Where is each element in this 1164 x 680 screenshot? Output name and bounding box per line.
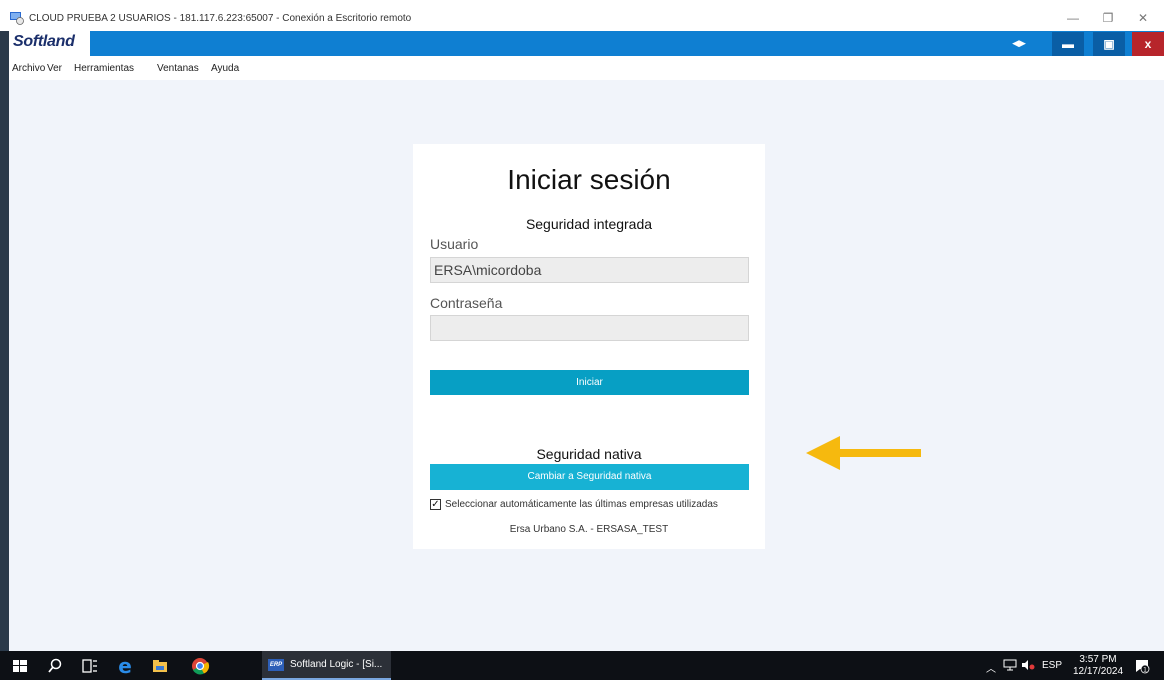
native-security-heading: Seguridad nativa xyxy=(536,446,642,462)
user-label: Usuario xyxy=(430,236,479,252)
rdp-window-title: CLOUD PRUEBA 2 USUARIOS - 181.117.6.223:… xyxy=(29,13,412,24)
clock[interactable]: 3:57 PM 12/17/2024 xyxy=(1072,654,1124,678)
svg-text:e: e xyxy=(118,656,132,676)
app-minimize-button[interactable]: ▬ xyxy=(1052,32,1084,56)
menu-bar: Archivo Ver Herramientas Ventanas Ayuda xyxy=(9,56,1164,80)
file-explorer-icon[interactable] xyxy=(150,656,170,676)
internet-explorer-icon[interactable]: e xyxy=(115,656,135,676)
search-icon[interactable] xyxy=(45,656,65,676)
taskbar-app-label: Softland Logic - [Si... xyxy=(290,659,383,670)
notifications-count: 1 xyxy=(1143,667,1147,674)
menu-herramientas[interactable]: Herramientas xyxy=(74,63,134,74)
login-title: Iniciar sesión xyxy=(507,164,671,195)
menu-ayuda[interactable]: Ayuda xyxy=(211,63,239,74)
taskbar-app-softland[interactable]: ERP Softland Logic - [Si... xyxy=(262,651,391,680)
checkmark-icon: ✓ xyxy=(431,499,440,510)
user-input[interactable] xyxy=(430,257,749,283)
menu-ventanas[interactable]: Ventanas xyxy=(157,63,199,74)
rdp-title-bar: CLOUD PRUEBA 2 USUARIOS - 181.117.6.223:… xyxy=(0,0,1164,31)
annotation-arrow-icon xyxy=(806,436,840,470)
password-input[interactable] xyxy=(430,315,749,341)
password-label: Contraseña xyxy=(430,295,503,311)
clock-time: 3:57 PM xyxy=(1079,654,1117,665)
erp-icon: ERP xyxy=(268,659,284,671)
auto-select-checkbox[interactable]: ✓ xyxy=(430,499,441,510)
app-restore-button[interactable]: ▣ xyxy=(1093,32,1125,56)
logo: Softland xyxy=(9,31,90,56)
network-icon[interactable] xyxy=(1003,659,1017,671)
menu-ver[interactable]: Ver xyxy=(47,63,62,74)
login-submit-button[interactable]: Iniciar xyxy=(430,370,749,395)
task-view-icon[interactable] xyxy=(80,656,100,676)
switch-native-security-button[interactable]: Cambiar a Seguridad nativa xyxy=(430,464,749,490)
company-name: Ersa Urbano S.A. - ERSASA_TEST xyxy=(509,524,669,535)
left-frame-edge xyxy=(0,31,9,651)
rdp-close-button[interactable]: ✕ xyxy=(1128,8,1158,28)
panel-toggle-arrows-icon[interactable]: ◀▶ xyxy=(1004,35,1034,51)
chrome-icon[interactable] xyxy=(190,656,210,676)
rdp-minimize-button[interactable]: — xyxy=(1058,8,1088,28)
volume-muted-icon[interactable] xyxy=(1021,659,1035,671)
rdp-restore-button[interactable]: ❐ xyxy=(1093,8,1123,28)
language-indicator[interactable]: ESP xyxy=(1042,660,1062,671)
windows-start-icon[interactable] xyxy=(10,656,30,676)
remote-desktop-icon xyxy=(10,12,24,25)
integrated-security-heading: Seguridad integrada xyxy=(525,216,653,232)
app-close-button[interactable]: x xyxy=(1132,32,1164,56)
taskbar: e ERP Softland Logic - [Si... ︿ ESP 3:57… xyxy=(0,651,1164,680)
clock-date: 12/17/2024 xyxy=(1072,666,1124,677)
notifications-icon[interactable]: 1 xyxy=(1134,658,1150,674)
tray-chevron-up-icon[interactable]: ︿ xyxy=(986,660,996,675)
annotation-arrow-shaft xyxy=(838,449,921,457)
auto-select-label[interactable]: Seleccionar automáticamente las últimas … xyxy=(445,499,718,510)
menu-archivo[interactable]: Archivo xyxy=(12,63,45,74)
login-card: Iniciar sesión Seguridad integrada Usuar… xyxy=(413,144,765,549)
logo-text: Softland xyxy=(13,33,75,50)
app-header: Softland ◀▶ ▬ ▣ x xyxy=(9,31,1164,56)
